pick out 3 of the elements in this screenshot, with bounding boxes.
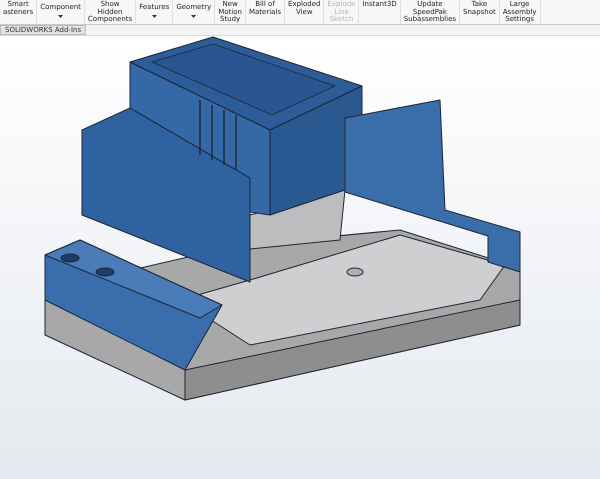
caret-icon xyxy=(191,14,196,18)
caret-icon xyxy=(152,14,157,18)
caret-icon xyxy=(58,14,64,18)
